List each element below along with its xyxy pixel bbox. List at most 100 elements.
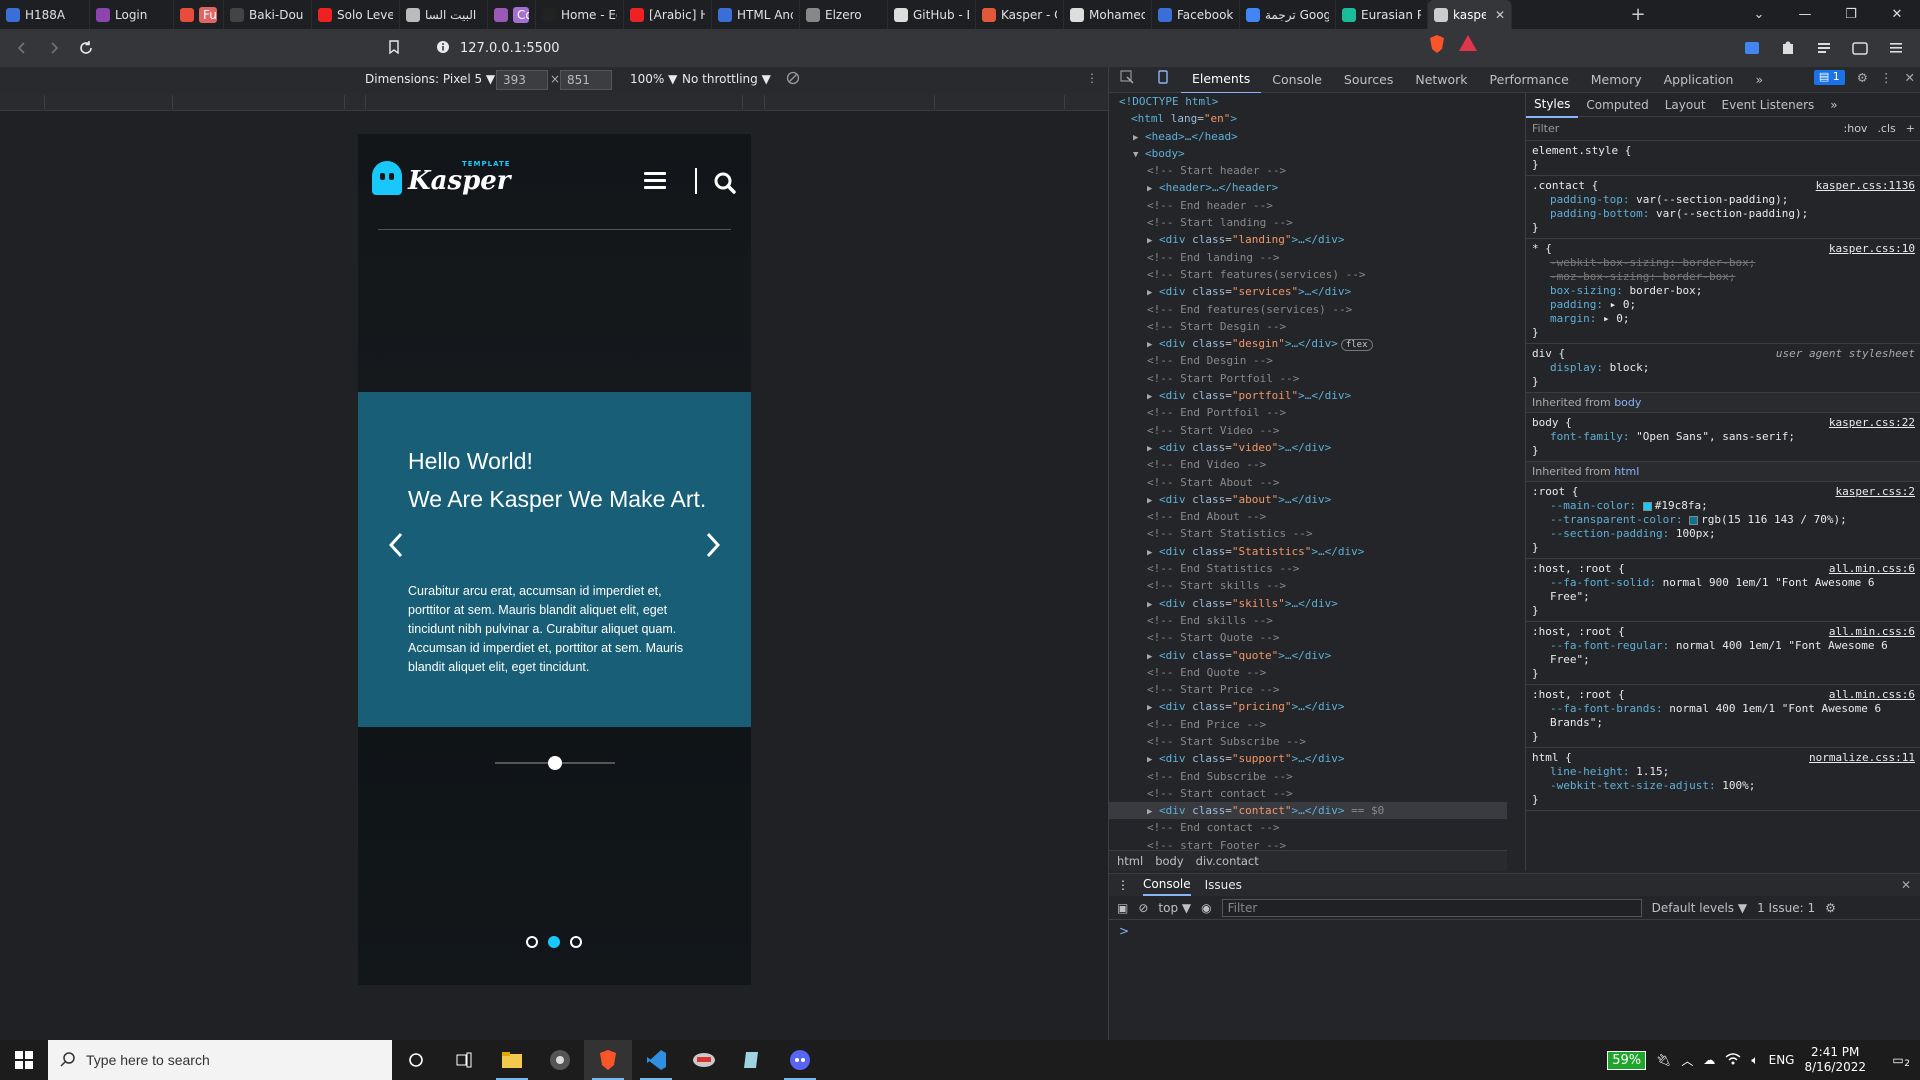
file-explorer-icon[interactable] — [488, 1040, 536, 1080]
browser-tab[interactable]: Funzone — [174, 0, 224, 29]
drawer-tab-console[interactable]: Console — [1143, 874, 1191, 896]
inspect-icon[interactable] — [1109, 67, 1145, 93]
css-property[interactable]: --transparent-color: rgb(15 116 143 / 70… — [1532, 513, 1915, 527]
tab-layout[interactable]: Layout — [1657, 93, 1714, 117]
browser-tab[interactable]: Elzero — [800, 0, 888, 29]
dom-node-line[interactable]: <!-- Start header --> — [1109, 162, 1507, 179]
log-levels-select[interactable]: Default levels ▼ — [1652, 901, 1748, 915]
dom-node-line[interactable]: ▶ <div class="portfoil">…</div> — [1109, 387, 1507, 404]
devtools-menu-icon[interactable]: ⋮ — [1880, 70, 1893, 85]
css-property[interactable]: --fa-font-solid: normal 900 1em/1 "Font … — [1532, 576, 1915, 604]
dom-node-line[interactable]: ▶ <div class="quote">…</div> — [1109, 647, 1507, 664]
settings-gear-icon[interactable]: ⚙ — [1857, 70, 1868, 85]
browser-tab[interactable]: GitHub - E — [888, 0, 976, 29]
restore-button[interactable]: ❐ — [1828, 0, 1874, 29]
device-dimensions-select[interactable]: Dimensions: Pixel 5 ▼ — [365, 72, 495, 86]
console-settings-icon[interactable]: ⚙ — [1825, 901, 1836, 915]
expand-triangle-icon[interactable]: ▼ — [1133, 147, 1145, 164]
color-swatch[interactable] — [1642, 501, 1652, 511]
hov-toggle[interactable]: :hov — [1844, 122, 1868, 135]
close-devtools-icon[interactable]: ✕ — [1905, 70, 1915, 85]
tab-elements[interactable]: Elements — [1181, 66, 1262, 94]
rule-source-link[interactable]: kasper.css:1136 — [1816, 179, 1915, 193]
dom-node-line[interactable]: <!-- Start Desgin --> — [1109, 318, 1507, 335]
drawer-menu-icon[interactable]: ⋮ — [1117, 878, 1129, 892]
rule-source-link[interactable]: kasper.css:2 — [1836, 485, 1915, 499]
obs-icon[interactable] — [536, 1040, 584, 1080]
notes-icon[interactable] — [728, 1040, 776, 1080]
eye-icon[interactable]: ◉ — [1201, 901, 1211, 915]
dom-node-line[interactable]: <!-- Start features(services) --> — [1109, 266, 1507, 283]
dom-node-line[interactable]: <!-- Start landing --> — [1109, 214, 1507, 231]
styles-filter-input[interactable]: Filter :hov .cls + — [1526, 117, 1920, 141]
hamburger-menu-icon[interactable] — [644, 172, 666, 190]
brave-rewards-icon[interactable] — [1458, 34, 1478, 57]
breadcrumb-div-contact[interactable]: div.contact — [1196, 854, 1259, 868]
close-tab-icon[interactable]: ✕ — [1495, 8, 1505, 22]
rule-source-link[interactable]: kasper.css:10 — [1829, 242, 1915, 256]
rule-source-link[interactable]: normalize.css:11 — [1809, 751, 1915, 765]
css-property[interactable]: -moz-box-sizing: border-box; — [1532, 270, 1915, 284]
dom-node-line[interactable]: ▶ <div class="pricing">…</div> — [1109, 698, 1507, 715]
tab-network[interactable]: Network — [1404, 67, 1478, 93]
css-property[interactable]: --main-color: #19c8fa; — [1532, 499, 1915, 513]
css-property[interactable]: -webkit-text-size-adjust: 100%; — [1532, 779, 1915, 793]
breadcrumb-html[interactable]: html — [1117, 854, 1143, 868]
close-window-button[interactable]: ✕ — [1874, 0, 1920, 29]
dom-node-line[interactable]: <!-- Start contact --> — [1109, 785, 1507, 802]
console-issues-button[interactable]: 1 Issue: 1 — [1757, 901, 1815, 915]
battery-indicator[interactable]: 59% — [1607, 1050, 1647, 1070]
dom-node-line[interactable]: <!-- End About --> — [1109, 508, 1507, 525]
device-height-input[interactable]: 851 — [560, 70, 612, 90]
new-tab-button[interactable]: + — [1626, 4, 1650, 25]
tab-event-listeners[interactable]: Event Listeners — [1714, 93, 1823, 117]
dom-node-line[interactable]: ▶ <header>…</header> — [1109, 179, 1507, 196]
cortana-icon[interactable] — [392, 1040, 440, 1080]
browser-tab[interactable]: kasper ✕ — [1428, 0, 1512, 29]
rule-source-link[interactable]: all.min.css:6 — [1829, 562, 1915, 576]
dom-node-line[interactable]: <!-- Start Quote --> — [1109, 629, 1507, 646]
context-select[interactable]: top ▼ — [1158, 901, 1191, 915]
dom-node-line[interactable]: <!-- Start Portfoil --> — [1109, 370, 1507, 387]
forward-icon[interactable] — [40, 34, 68, 62]
tab-memory[interactable]: Memory — [1580, 67, 1653, 93]
css-property[interactable]: font-family: "Open Sans", sans-serif; — [1532, 430, 1915, 444]
app-icon[interactable] — [680, 1040, 728, 1080]
tab-styles[interactable]: Styles — [1526, 93, 1579, 118]
dom-node-line[interactable]: ▶ <div class="desgin">…</div> flex — [1109, 335, 1507, 352]
css-property[interactable]: line-height: 1.15; — [1532, 765, 1915, 779]
vscode-icon[interactable] — [632, 1040, 680, 1080]
browser-tab[interactable]: Coding — [488, 0, 536, 29]
css-property[interactable]: --fa-font-brands: normal 400 1em/1 "Font… — [1532, 702, 1915, 730]
inherited-element-link[interactable]: html — [1614, 465, 1639, 478]
dom-node-line[interactable]: <!-- End skills --> — [1109, 612, 1507, 629]
dom-node-line[interactable]: ▶ <div class="contact">…</div> == $0 — [1109, 802, 1507, 820]
dom-node-line[interactable]: ▶ <div class="about">…</div> — [1109, 491, 1507, 508]
browser-tab[interactable]: ترجمة Google — [1240, 0, 1336, 29]
css-property[interactable]: margin: ▸ 0; — [1532, 312, 1915, 326]
sidebar-toggle-icon[interactable]: ▣ — [1117, 901, 1128, 915]
dom-node-line[interactable]: <!-- End header --> — [1109, 197, 1507, 214]
dom-node-line[interactable]: <!DOCTYPE html> — [1109, 93, 1507, 110]
rule-source-link[interactable]: all.min.css:6 — [1829, 625, 1915, 639]
color-swatch[interactable] — [1689, 515, 1699, 525]
css-property[interactable]: padding-top: var(--section-padding); — [1532, 193, 1915, 207]
tab-sources[interactable]: Sources — [1333, 67, 1404, 93]
rule-source-link[interactable]: kasper.css:22 — [1829, 416, 1915, 430]
css-property[interactable]: box-sizing: border-box; — [1532, 284, 1915, 298]
bookmark-icon[interactable] — [388, 39, 400, 57]
back-icon[interactable] — [8, 34, 36, 62]
language-indicator[interactable]: ENG — [1769, 1053, 1795, 1067]
browser-tab[interactable]: Mohamed — [1064, 0, 1152, 29]
clear-console-icon[interactable]: ⊘ — [1138, 901, 1148, 915]
dom-node-line[interactable]: <!-- End Portfoil --> — [1109, 404, 1507, 421]
issues-badge[interactable]: ▤ 1 — [1813, 70, 1845, 85]
more-options-icon[interactable]: ⋮ — [1086, 71, 1098, 85]
search-icon[interactable] — [714, 172, 736, 197]
playlist-icon[interactable] — [1810, 34, 1838, 62]
show-hidden-icons[interactable]: ︿ — [1681, 1052, 1693, 1069]
brave-shield-icon[interactable] — [1428, 34, 1446, 57]
browser-tab[interactable]: البيت السا — [400, 0, 488, 29]
brave-browser-icon[interactable] — [584, 1040, 632, 1080]
browser-tab[interactable]: Eurasian P — [1336, 0, 1428, 29]
